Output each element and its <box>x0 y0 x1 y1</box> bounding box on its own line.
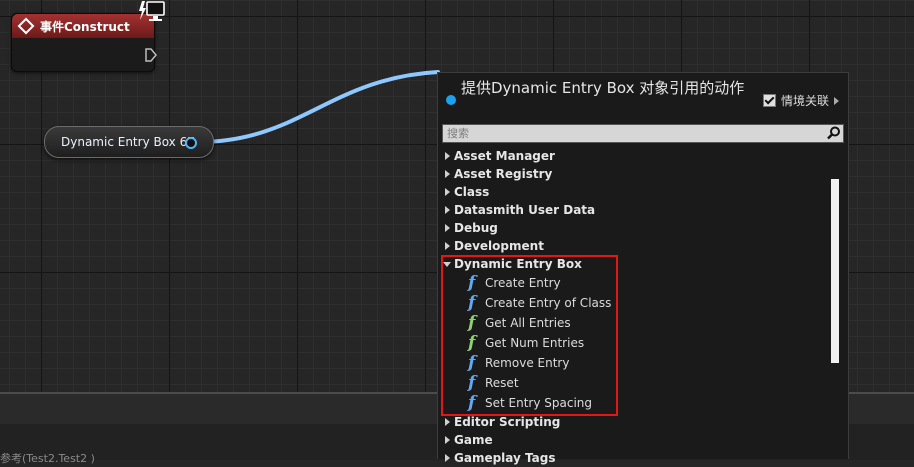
category-label: Gameplay Tags <box>454 451 556 465</box>
category-label: Game <box>454 433 493 447</box>
context-sensitive-label: 情境关联 <box>781 94 830 108</box>
search-icon[interactable] <box>827 126 841 140</box>
expand-arrow-icon[interactable] <box>445 418 450 426</box>
monitor-lightning-icon <box>139 1 165 21</box>
expand-arrow-icon[interactable] <box>445 454 450 462</box>
event-node-title: 事件Construct <box>40 19 130 34</box>
category-asset-registry[interactable]: Asset Registry <box>442 165 822 183</box>
context-sensitive-checkbox[interactable] <box>763 94 776 107</box>
dynamic-entry-box-variable-node[interactable]: Dynamic Entry Box 67 <box>44 126 214 158</box>
category-development[interactable]: Development <box>442 237 822 255</box>
search-input[interactable] <box>443 125 827 142</box>
expand-arrow-icon[interactable] <box>445 242 450 250</box>
expand-arrow-icon[interactable] <box>445 152 450 160</box>
expand-arrow-icon[interactable] <box>445 170 450 178</box>
category-class[interactable]: Class <box>442 183 822 201</box>
category-label: Debug <box>454 221 498 235</box>
expand-arrow-icon[interactable] <box>445 224 450 232</box>
category-label: Datasmith User Data <box>454 203 596 217</box>
event-construct-node[interactable]: 事件Construct <box>11 13 157 72</box>
menu-title: 提供Dynamic Entry Box 对象引用的动作 <box>461 79 745 97</box>
context-sensitive-toggle[interactable]: 情境关联 <box>763 92 840 109</box>
variable-node-label: Dynamic Entry Box 67 <box>61 135 195 149</box>
category-debug[interactable]: Debug <box>442 219 822 237</box>
category-label: Class <box>454 185 490 199</box>
object-output-pin[interactable] <box>185 137 197 149</box>
event-diamond-icon <box>17 17 35 35</box>
category-label: Asset Registry <box>454 167 553 181</box>
category-label: Asset Manager <box>454 149 555 163</box>
category-asset-manager[interactable]: Asset Manager <box>442 147 822 165</box>
expand-arrow-icon[interactable] <box>445 188 450 196</box>
event-node-header: 事件Construct <box>12 14 154 38</box>
expand-arrow-icon[interactable] <box>445 436 450 444</box>
expand-arrow-icon[interactable] <box>445 206 450 214</box>
category-gameplay-tags[interactable]: Gameplay Tags <box>442 449 822 467</box>
scrollbar-thumb[interactable] <box>831 179 839 363</box>
category-label: Development <box>454 239 544 253</box>
object-pin-icon <box>446 95 456 105</box>
category-game[interactable]: Game <box>442 431 822 449</box>
annotation-highlight-box <box>441 255 618 416</box>
chevron-right-icon[interactable] <box>834 96 840 105</box>
category-datasmith-user-data[interactable]: Datasmith User Data <box>442 201 822 219</box>
search-box[interactable] <box>442 124 844 143</box>
